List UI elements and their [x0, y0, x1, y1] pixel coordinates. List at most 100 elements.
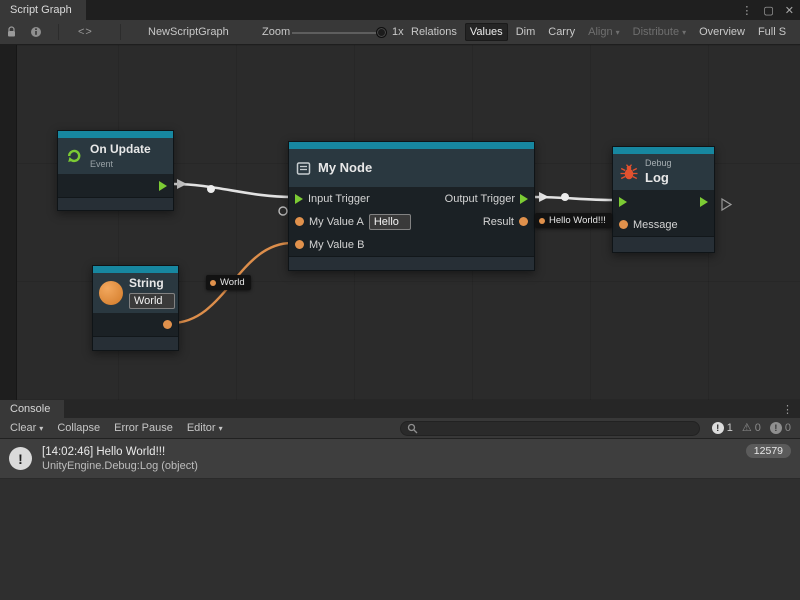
result-label: Result	[483, 216, 514, 228]
node-title: Log	[645, 171, 672, 186]
my-value-a-field[interactable]	[369, 214, 411, 230]
console-search[interactable]	[400, 421, 700, 436]
value-output-port-icon[interactable]	[519, 217, 528, 226]
log-message-icon: !	[9, 447, 32, 470]
console-menu-icon[interactable]: ⋮	[782, 400, 793, 418]
node-category-label: Debug	[645, 158, 672, 169]
maximize-icon[interactable]: ▢	[763, 4, 773, 17]
flow-output-port-icon[interactable]	[520, 194, 528, 204]
value-input-port-icon[interactable]	[619, 220, 628, 229]
close-icon[interactable]: ✕	[785, 4, 794, 17]
port-row	[613, 190, 714, 213]
toolbar-buttons: Relations Values Dim Carry Align▾ Distri…	[406, 21, 800, 43]
unity-script-graph-window: Script Graph ⋮ ▢ ✕ <> NewScriptGraph Zoo…	[0, 0, 800, 600]
values-button[interactable]: Values	[465, 23, 508, 41]
warning-count-toggle[interactable]: ⚠ 0	[742, 422, 761, 434]
node-my-node[interactable]: My Node Input Trigger Output Trigger My …	[288, 141, 535, 271]
warning-icon: ⚠	[742, 423, 752, 434]
dim-button[interactable]: Dim	[511, 23, 541, 41]
window-titlebar: Script Graph ⋮ ▢ ✕	[0, 0, 800, 20]
log-stacktrace: UnityEngine.Debug:Log (object)	[42, 460, 736, 472]
flow-input-port-icon[interactable]	[295, 194, 303, 204]
tab-script-graph[interactable]: Script Graph	[0, 0, 86, 20]
clear-button[interactable]: Clear▾	[4, 421, 49, 435]
window-menu-icon[interactable]: ⋮	[741, 4, 752, 17]
distribute-button[interactable]: Distribute▾	[628, 23, 691, 41]
node-header[interactable]: Debug Log	[613, 154, 714, 190]
port-row: My Value B	[289, 233, 534, 256]
wire-onupdate-to-input-trigger[interactable]	[174, 184, 291, 197]
wire-flow-dot	[561, 193, 569, 201]
tab-console[interactable]: Console	[0, 400, 64, 418]
error-log-icon: !	[770, 422, 782, 434]
console-log-entry[interactable]: ! [14:02:46] Hello World!!! UnityEngine.…	[0, 439, 800, 479]
node-title: On Update	[90, 143, 151, 157]
window-controls: ⋮ ▢ ✕	[741, 0, 794, 20]
node-header[interactable]: On Update Event	[58, 138, 173, 174]
value-input-port-icon[interactable]	[295, 217, 304, 226]
error-count-toggle[interactable]: ! 0	[770, 422, 791, 434]
info-count-toggle[interactable]: ! 1	[712, 422, 733, 434]
editor-dropdown[interactable]: Editor▾	[181, 421, 229, 435]
log-message: [14:02:46] Hello World!!!	[42, 446, 736, 458]
port-row: Input Trigger Output Trigger	[289, 187, 534, 210]
flow-output-port-icon[interactable]	[159, 181, 167, 191]
node-title: String	[129, 277, 175, 291]
separator	[58, 24, 59, 40]
info-icon[interactable]	[30, 20, 42, 44]
zoom-label: Zoom	[262, 20, 290, 44]
node-on-update[interactable]: On Update Event	[57, 130, 174, 211]
value-dot-icon	[210, 280, 216, 286]
node-header[interactable]: String	[93, 273, 178, 313]
chevron-down-icon: ▾	[682, 28, 686, 37]
console-toolbar: Clear▾ Collapse Error Pause Editor▾ ! 1 …	[0, 418, 800, 439]
console-count-toggles: ! 1 ⚠ 0 ! 0	[712, 422, 791, 434]
port-row	[93, 313, 178, 336]
node-footer	[613, 236, 714, 252]
carry-button[interactable]: Carry	[543, 23, 580, 41]
unit-box-icon	[296, 161, 311, 176]
node-debug-log[interactable]: Debug Log Message	[612, 146, 715, 253]
fullscreen-button[interactable]: Full S	[753, 23, 791, 41]
output-trigger-label: Output Trigger	[445, 193, 515, 205]
node-accent-bar	[289, 142, 534, 149]
node-accent-bar	[58, 131, 173, 138]
collapse-button[interactable]: Collapse	[51, 421, 106, 435]
zoom-value: 1x	[392, 20, 404, 44]
node-header[interactable]: My Node	[289, 149, 534, 187]
message-label: Message	[633, 219, 678, 231]
log-entry-text: [14:02:46] Hello World!!! UnityEngine.De…	[42, 446, 736, 472]
node-string[interactable]: String	[92, 265, 179, 351]
console-search-input[interactable]	[422, 422, 693, 435]
string-value-field[interactable]	[129, 293, 175, 309]
port-row: My Value A Result	[289, 210, 534, 233]
overview-button[interactable]: Overview	[694, 23, 750, 41]
relations-button[interactable]: Relations	[406, 23, 462, 41]
event-loop-icon	[65, 147, 83, 165]
value-bubble-world: World	[206, 275, 251, 290]
bug-icon	[619, 163, 639, 182]
code-view-icon[interactable]: <>	[78, 20, 93, 44]
zoom-slider-knob[interactable]	[376, 27, 387, 38]
align-button[interactable]: Align▾	[583, 23, 624, 41]
flow-input-port-icon[interactable]	[619, 197, 627, 207]
chevron-down-icon: ▾	[39, 424, 43, 433]
node-footer	[289, 256, 534, 270]
node-accent-bar	[93, 266, 178, 273]
my-value-b-label: My Value B	[309, 239, 364, 251]
flow-output-port-icon[interactable]	[700, 197, 708, 207]
node-title: My Node	[318, 161, 372, 176]
zoom-slider-track[interactable]	[292, 32, 384, 34]
value-output-port-icon[interactable]	[163, 320, 172, 329]
unconnected-port-circle[interactable]	[279, 207, 287, 215]
console-tabstrip: Console ⋮	[0, 400, 800, 418]
value-input-port-icon[interactable]	[295, 240, 304, 249]
lock-icon[interactable]	[6, 20, 17, 44]
wire-arrowhead	[177, 179, 187, 189]
error-pause-button[interactable]: Error Pause	[108, 421, 179, 435]
port-row: Message	[613, 213, 714, 236]
chevron-down-icon: ▾	[616, 28, 620, 37]
graph-canvas[interactable]: On Update Event My Node	[0, 45, 800, 400]
node-footer	[58, 197, 173, 210]
my-value-a-label: My Value A	[309, 216, 364, 228]
